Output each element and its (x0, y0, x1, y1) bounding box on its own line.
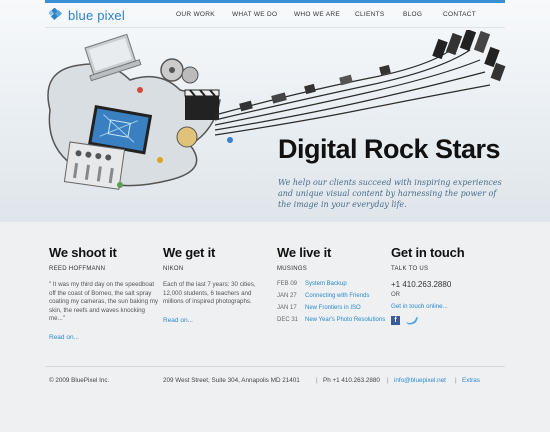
nav-our-work[interactable]: OUR WORK (176, 11, 215, 18)
list-item: DEC 31 New Year's Photo Resolutions (277, 316, 387, 324)
nav-divider (45, 27, 505, 28)
col-get-in-touch: Get in touch TALK TO US +1 410.263.2880 … (391, 245, 501, 325)
col-body: Each of the last 7 years: 30 cities, 12,… (163, 281, 256, 306)
col-subheading: REED HOFFMANN (49, 266, 106, 272)
list-item: JAN 27 Connecting with Friends (277, 292, 387, 300)
nav-clients[interactable]: CLIENTS (355, 11, 385, 18)
hero-tagline: We help our clients succeed with inspiri… (278, 178, 502, 209)
contact-phone: +1 410.263.2880 (391, 280, 452, 289)
copyright: © 2009 BluePixel Inc. (49, 377, 110, 384)
footer-email-link[interactable]: info@bluepixel.net (394, 377, 446, 384)
col-we-shoot-it: We shoot it REED HOFFMANN " It was my th… (49, 245, 159, 341)
list-item: FEB 09 System Backup (277, 280, 387, 288)
col-we-live-it: We live it MUSINGS FEB 09 System Backup … (277, 245, 387, 328)
post-date: DEC 31 (277, 317, 299, 323)
facebook-icon[interactable]: f (391, 316, 400, 325)
footer-separator: | (387, 377, 389, 384)
top-accent-bar (45, 0, 505, 3)
col-we-get-it: We get it NIKON Each of the last 7 years… (163, 245, 273, 324)
hero-title: Digital Rock Stars (278, 134, 501, 164)
hero-banner: blue pixel OUR WORK WHAT WE DO WHO WE AR… (0, 0, 550, 222)
social-links: f (391, 316, 501, 325)
or-label: OR (391, 292, 400, 298)
col-subheading: NIKON (163, 266, 184, 272)
twitter-bird-icon[interactable] (405, 316, 419, 325)
post-date: FEB 09 (277, 281, 298, 287)
nav-who-we-are[interactable]: WHO WE ARE (294, 11, 340, 18)
read-on-link[interactable]: Read on... (163, 317, 273, 324)
footer-phone: Ph +1 410.263.2880 (323, 377, 380, 384)
col-heading: We live it (277, 245, 332, 260)
col-heading: We get it (163, 245, 216, 260)
post-date: JAN 17 (277, 305, 297, 311)
post-link[interactable]: Connecting with Friends (305, 292, 387, 300)
list-item: JAN 17 New Frontiers in ISO (277, 304, 387, 312)
footer-extras-link[interactable]: Extras (462, 377, 480, 384)
post-link[interactable]: System Backup (305, 280, 387, 288)
footer-separator: | (455, 377, 457, 384)
contact-online-link[interactable]: Get in touch online... (391, 303, 448, 310)
read-on-link[interactable]: Read on... (49, 334, 159, 341)
main-nav: OUR WORK WHAT WE DO WHO WE ARE CLIENTS B… (0, 11, 550, 23)
col-subheading: TALK TO US (391, 266, 429, 272)
col-heading: Get in touch (391, 245, 465, 260)
col-subheading: MUSINGS (277, 266, 308, 272)
nav-contact[interactable]: CONTACT (443, 11, 476, 18)
post-link[interactable]: New Frontiers in ISO (305, 304, 387, 312)
post-date: JAN 27 (277, 293, 297, 299)
col-quote: " It was my third day on the speedboat o… (49, 281, 159, 323)
nav-blog[interactable]: BLOG (403, 11, 422, 18)
footer-address: 209 West Street, Suite 304, Annapolis MD… (163, 377, 300, 384)
footer-divider (45, 366, 505, 367)
col-heading: We shoot it (49, 245, 117, 260)
post-link[interactable]: New Year's Photo Resolutions (305, 316, 387, 324)
footer: © 2009 BluePixel Inc. 209 West Street, S… (0, 377, 550, 387)
nav-what-we-do[interactable]: WHAT WE DO (232, 11, 277, 18)
musings-list: FEB 09 System Backup JAN 27 Connecting w… (277, 280, 387, 324)
footer-separator: | (316, 377, 318, 384)
